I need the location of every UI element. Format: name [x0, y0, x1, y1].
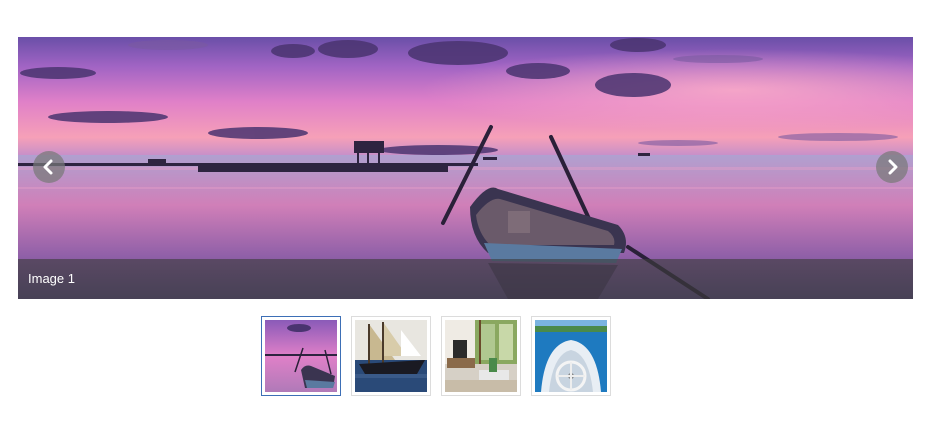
slide-caption: Image 1	[28, 271, 75, 286]
prev-slide-button[interactable]	[33, 151, 65, 183]
thumbnail-living-room[interactable]	[441, 316, 521, 396]
next-slide-button[interactable]	[876, 151, 908, 183]
thumbnail-strip	[261, 316, 621, 396]
image-slider[interactable]: Image 1	[18, 37, 913, 299]
caption-bar: Image 1	[18, 259, 913, 299]
chevron-left-icon	[43, 159, 53, 175]
thumbnail-image-sailing-ship	[355, 320, 427, 392]
thumbnail-sunset-boat[interactable]	[261, 316, 341, 396]
chevron-right-icon	[888, 159, 898, 175]
thumbnail-image-sunset-boat	[265, 320, 337, 392]
thumbnail-boat-deck-sea[interactable]	[531, 316, 611, 396]
thumbnail-image-living-room	[445, 320, 517, 392]
thumbnail-image-boat-deck-sea	[535, 320, 607, 392]
thumbnail-sailing-ship[interactable]	[351, 316, 431, 396]
